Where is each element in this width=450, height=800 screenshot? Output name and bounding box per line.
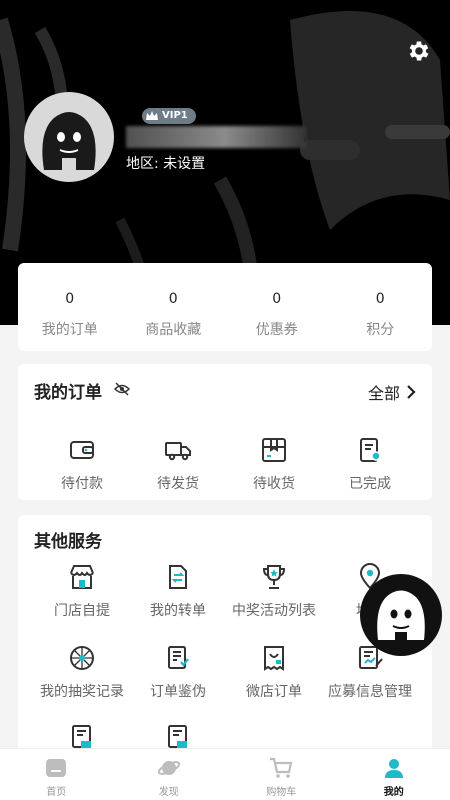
service-wechat-shop-orders[interactable]: 微店订单 (226, 644, 322, 701)
stat-points[interactable]: 0 积分 (329, 263, 433, 351)
wallet-icon (70, 441, 94, 459)
service-store-pickup[interactable]: 门店自提 (34, 563, 130, 620)
order-status-label: 待付款 (61, 476, 103, 492)
services-row-3 (18, 723, 432, 751)
region-text: 地区: 未设置 (126, 156, 206, 172)
stats-card: 0 我的订单 0 商品收藏 0 优惠券 0 积分 (18, 263, 432, 351)
trophy-icon (262, 565, 286, 589)
home-icon (46, 759, 67, 777)
tab-label: 我的 (383, 787, 404, 798)
stat-label: 商品收藏 (145, 322, 202, 338)
verify-doc-icon (168, 646, 189, 669)
floating-mascot-button[interactable] (360, 574, 442, 656)
stat-label: 我的订单 (41, 322, 98, 338)
transfer-doc-icon (169, 565, 187, 589)
stat-orders[interactable]: 0 我的订单 (18, 263, 122, 351)
service-label: 应募信息管理 (328, 684, 412, 700)
stat-value: 0 (272, 291, 282, 307)
stat-label: 积分 (366, 322, 395, 338)
service-order-verification[interactable]: 订单鉴伪 (130, 644, 226, 701)
service-label: 订单鉴伪 (150, 684, 206, 700)
my-orders-card: 我的订单 全部 待付款 待发货 待收货 已完成 (18, 364, 432, 500)
bottom-tab-bar: 首页 发现 购物车 我的 (0, 748, 450, 800)
crown-icon (146, 111, 158, 120)
order-completed[interactable]: 已完成 (322, 436, 418, 493)
truck-icon (165, 442, 191, 461)
doc-icon (72, 725, 91, 748)
tab-home[interactable]: 首页 (0, 749, 113, 800)
tab-mine[interactable]: 我的 (338, 749, 450, 800)
stat-value: 0 (375, 291, 385, 307)
service-prize-activities[interactable]: 中奖活动列表 (226, 563, 322, 620)
orders-view-all-link[interactable]: 全部 (368, 380, 416, 404)
tab-label: 购物车 (266, 787, 297, 798)
service-item-10[interactable] (130, 723, 226, 751)
eye-hidden-icon[interactable] (114, 382, 130, 396)
order-status-label: 待发货 (157, 476, 199, 492)
cart-icon (270, 757, 293, 778)
stat-label: 优惠券 (255, 322, 298, 338)
service-item-9[interactable] (34, 723, 130, 751)
service-lottery-records[interactable]: 我的抽奖记录 (34, 644, 130, 701)
chevron-right-icon (407, 385, 416, 399)
service-label: 我的转单 (150, 603, 206, 619)
stat-coupons[interactable]: 0 优惠券 (225, 263, 329, 351)
tab-discover[interactable]: 发现 (113, 749, 226, 800)
box-icon (262, 438, 286, 462)
planet-icon (157, 761, 180, 775)
username-redacted (126, 126, 306, 148)
order-status-row: 待付款 待发货 待收货 已完成 (18, 436, 432, 493)
service-label: 我的抽奖记录 (40, 684, 124, 700)
services-row-2: 我的抽奖记录 订单鉴伪 微店订单 应募信息管理 (18, 644, 432, 701)
user-avatar[interactable] (24, 92, 114, 182)
service-my-transfers[interactable]: 我的转单 (130, 563, 226, 620)
order-pending-receipt[interactable]: 待收货 (226, 436, 322, 493)
receipt-check-icon (360, 438, 381, 462)
tab-label: 发现 (158, 787, 179, 798)
shop-receipt-icon (264, 646, 284, 671)
order-pending-shipment[interactable]: 待发货 (130, 436, 226, 493)
service-label: 中奖活动列表 (232, 603, 316, 619)
user-icon (384, 759, 403, 778)
stat-value: 0 (168, 291, 178, 307)
orders-title: 我的订单 (34, 383, 102, 403)
order-status-label: 待收货 (253, 476, 295, 492)
stat-value: 0 (65, 291, 75, 307)
order-pending-payment[interactable]: 待付款 (34, 436, 130, 493)
services-title: 其他服务 (34, 532, 102, 552)
doc-icon (168, 725, 187, 748)
store-icon (70, 565, 94, 589)
vip-badge: VIP1 (142, 108, 196, 124)
order-status-label: 已完成 (349, 476, 391, 492)
service-label: 微店订单 (246, 684, 302, 700)
tab-label: 首页 (46, 787, 67, 798)
stat-favorites[interactable]: 0 商品收藏 (122, 263, 226, 351)
view-all-label: 全部 (367, 384, 400, 403)
tab-cart[interactable]: 购物车 (225, 749, 338, 800)
settings-gear-icon[interactable] (406, 38, 432, 64)
vip-label: VIP1 (162, 110, 188, 121)
service-label: 门店自提 (54, 603, 110, 619)
mascot-icon (377, 590, 425, 642)
wheel-icon (70, 646, 94, 670)
